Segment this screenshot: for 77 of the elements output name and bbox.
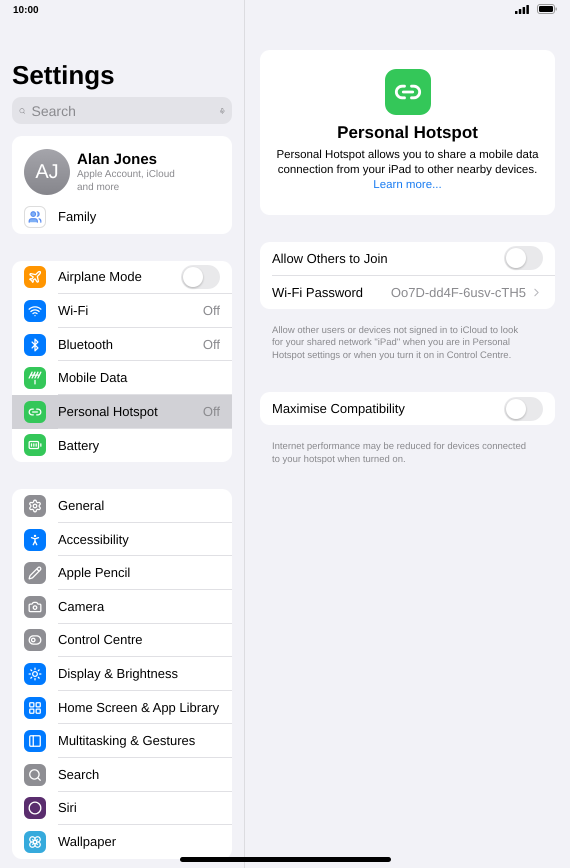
signal-icon [515, 4, 529, 14]
header-title: Personal Hotspot [337, 123, 478, 143]
settings-row[interactable]: Bluetooth Off [12, 328, 232, 362]
link-icon [384, 69, 430, 115]
people-icon [24, 206, 46, 228]
section-footer: Allow other users or devices not signed in to iCloud to look for your shared network "iPad" when you are in Personal Hotspot settings or when you turn it on in Control Centre. [272, 325, 527, 362]
orb-icon [24, 797, 46, 820]
settings-row[interactable]: Control Centre [12, 624, 232, 658]
row-label: Search [58, 766, 100, 782]
toggle-switch[interactable] [504, 396, 543, 421]
row-label: Wi-Fi [58, 302, 90, 318]
settings-row[interactable]: Wi-Fi Off [12, 294, 232, 328]
link-icon [24, 400, 46, 423]
row-label: Wi-Fi Password [272, 284, 364, 300]
sun-icon [24, 662, 46, 685]
settings-row[interactable]: Camera [12, 590, 232, 624]
status-time: 10:00 [13, 4, 39, 16]
page-title: Settings [12, 60, 116, 91]
wifi-icon [24, 300, 46, 322]
toggles-icon [24, 629, 46, 652]
bluetooth-icon [24, 334, 46, 356]
settings-row[interactable]: Airplane Mode [12, 260, 232, 294]
row-label: Home Screen & App Library [58, 700, 220, 715]
row-label: Camera [58, 598, 106, 614]
row-label: Personal Hotspot [58, 404, 159, 419]
settings-row[interactable]: Home Screen & App Library [12, 690, 232, 724]
settings-row[interactable]: General [12, 489, 232, 523]
flower-icon [24, 830, 46, 853]
row-label: Airplane Mode [58, 269, 143, 284]
accessibility-icon [24, 528, 46, 551]
row-value: Off [202, 404, 220, 419]
row-label: Multitasking & Gestures [58, 733, 196, 748]
row-value: Oo7D-dd4F-6usv-cTH5 [390, 284, 526, 300]
search-field[interactable]: Search [30, 102, 214, 120]
search-icon [24, 764, 46, 786]
password-row[interactable]: Wi-Fi Password Oo7D-dd4F-6usv-cTH5 [272, 276, 555, 310]
section-footer: Internet performance may be reduced for devices connected to your hotspot when turned on. [272, 441, 527, 466]
settings-row[interactable]: Accessibility [12, 522, 232, 556]
toggle-switch[interactable] [181, 264, 220, 289]
settings-row[interactable]: Wallpaper [12, 825, 232, 859]
grid-icon [24, 696, 46, 719]
settings-row[interactable]: Apple Pencil [12, 556, 232, 590]
row-label: General [58, 498, 106, 513]
settings-row[interactable]: Battery [12, 428, 232, 462]
row-label: Mobile Data [58, 370, 128, 386]
row-label: Battery [58, 438, 100, 453]
row-label: Accessibility [58, 532, 130, 547]
account-name: Alan Jones [77, 150, 158, 168]
gear-icon [24, 494, 46, 517]
camera-icon [24, 596, 46, 618]
airplane-icon [24, 266, 46, 288]
search-bar[interactable]: Search [12, 97, 232, 124]
settings-row[interactable]: Multitasking & Gestures [12, 724, 232, 758]
battery-icon [537, 4, 557, 14]
row-value: Off [202, 302, 220, 318]
row-label: Family [58, 209, 98, 224]
row-value: Off [202, 336, 220, 352]
learn-more-link[interactable]: Learn more... [373, 178, 442, 193]
settings-row[interactable]: Search [12, 758, 232, 792]
settings-row[interactable]: Display & Brightness [12, 657, 232, 691]
row-label: Siri [58, 800, 78, 816]
settings-row[interactable]: Personal Hotspot Off [12, 394, 232, 429]
row-label: Control Centre [58, 632, 144, 648]
row-label: Maximise Compatibility [272, 401, 406, 416]
row-label: Wallpaper [58, 834, 118, 850]
account-subtitle: Apple Account, iCloud and more [77, 168, 176, 194]
panel-icon [24, 730, 46, 752]
row-label: Allow Others to Join [272, 250, 389, 266]
settings-row[interactable]: Siri [12, 792, 232, 826]
row-label: Display & Brightness [58, 666, 179, 681]
family-row[interactable]: Family [12, 200, 232, 234]
row-label: Bluetooth [58, 336, 114, 352]
toggle-switch[interactable] [504, 246, 543, 270]
pencil-icon [24, 562, 46, 584]
header-description: Personal Hotspot allows you to share a mobile data connection from your iPad to other nearby devices. [275, 148, 540, 178]
battery-icon [24, 434, 46, 456]
row-label: Apple Pencil [58, 565, 132, 580]
